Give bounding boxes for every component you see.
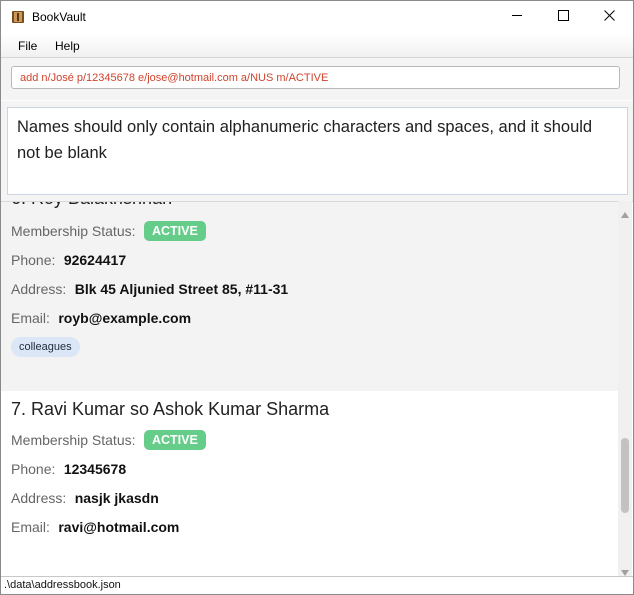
app-window: BookVault File Help Names should only co… <box>0 0 634 595</box>
phone-label: Phone: <box>11 252 56 268</box>
phone-label: Phone: <box>11 461 56 477</box>
address-label: Address: <box>11 490 67 506</box>
title-bar[interactable]: BookVault <box>1 1 633 34</box>
email-value: royb@example.com <box>58 310 192 326</box>
email-row: Email: royb@example.com <box>11 310 191 328</box>
close-icon <box>603 8 615 26</box>
scroll-thumb[interactable] <box>621 438 629 513</box>
email-row: Email: ravi@hotmail.com <box>11 519 179 537</box>
person-card[interactable]: 6. Roy Balakrishnan Membership Status: A… <box>1 202 618 391</box>
address-row: Address: nasjk jkasdn <box>11 490 159 508</box>
command-input[interactable] <box>11 66 620 89</box>
membership-row: Membership Status: ACTIVE <box>11 221 206 241</box>
result-display-container: Names should only contain alphanumeric c… <box>1 101 633 201</box>
membership-row: Membership Status: ACTIVE <box>11 430 206 450</box>
list-scrollbar[interactable] <box>618 201 632 576</box>
phone-row: Phone: 12345678 <box>11 461 126 479</box>
address-value: Blk 45 Aljunied Street 85, #11-31 <box>74 281 289 297</box>
person-name: 6. Roy Balakrishnan <box>11 202 172 209</box>
person-card[interactable]: 7. Ravi Kumar so Ashok Kumar Sharma Memb… <box>1 391 618 577</box>
maximize-button[interactable] <box>540 1 586 33</box>
window-title: BookVault <box>32 10 86 24</box>
phone-value: 92624417 <box>63 252 127 268</box>
status-bar: .\data\addressbook.json <box>1 576 633 594</box>
menu-file[interactable]: File <box>18 39 37 53</box>
minimize-icon <box>511 8 523 26</box>
save-location: .\data\addressbook.json <box>4 579 121 591</box>
status-badge: ACTIVE <box>143 430 206 450</box>
menu-help[interactable]: Help <box>55 39 80 53</box>
phone-row: Phone: 92624417 <box>11 252 126 270</box>
minimize-button[interactable] <box>494 1 540 33</box>
close-button[interactable] <box>586 1 632 33</box>
address-label: Address: <box>11 281 67 297</box>
result-display[interactable]: Names should only contain alphanumeric c… <box>7 107 628 195</box>
person-list[interactable]: 6. Roy Balakrishnan Membership Status: A… <box>1 201 633 577</box>
phone-value: 12345678 <box>63 461 127 477</box>
email-label: Email: <box>11 310 50 326</box>
menu-bar: File Help <box>1 34 633 58</box>
status-badge: ACTIVE <box>143 221 206 241</box>
membership-label: Membership Status: <box>11 223 136 239</box>
maximize-icon <box>557 8 569 26</box>
person-name: 7. Ravi Kumar so Ashok Kumar Sharma <box>11 399 330 419</box>
membership-label: Membership Status: <box>11 432 136 448</box>
address-value: nasjk jkasdn <box>74 490 159 506</box>
address-row: Address: Blk 45 Aljunied Street 85, #11-… <box>11 281 288 299</box>
email-value: ravi@hotmail.com <box>58 519 180 535</box>
book-icon <box>11 10 25 24</box>
command-box-container <box>1 58 633 100</box>
tag-label: colleagues <box>11 337 80 357</box>
email-label: Email: <box>11 519 50 535</box>
